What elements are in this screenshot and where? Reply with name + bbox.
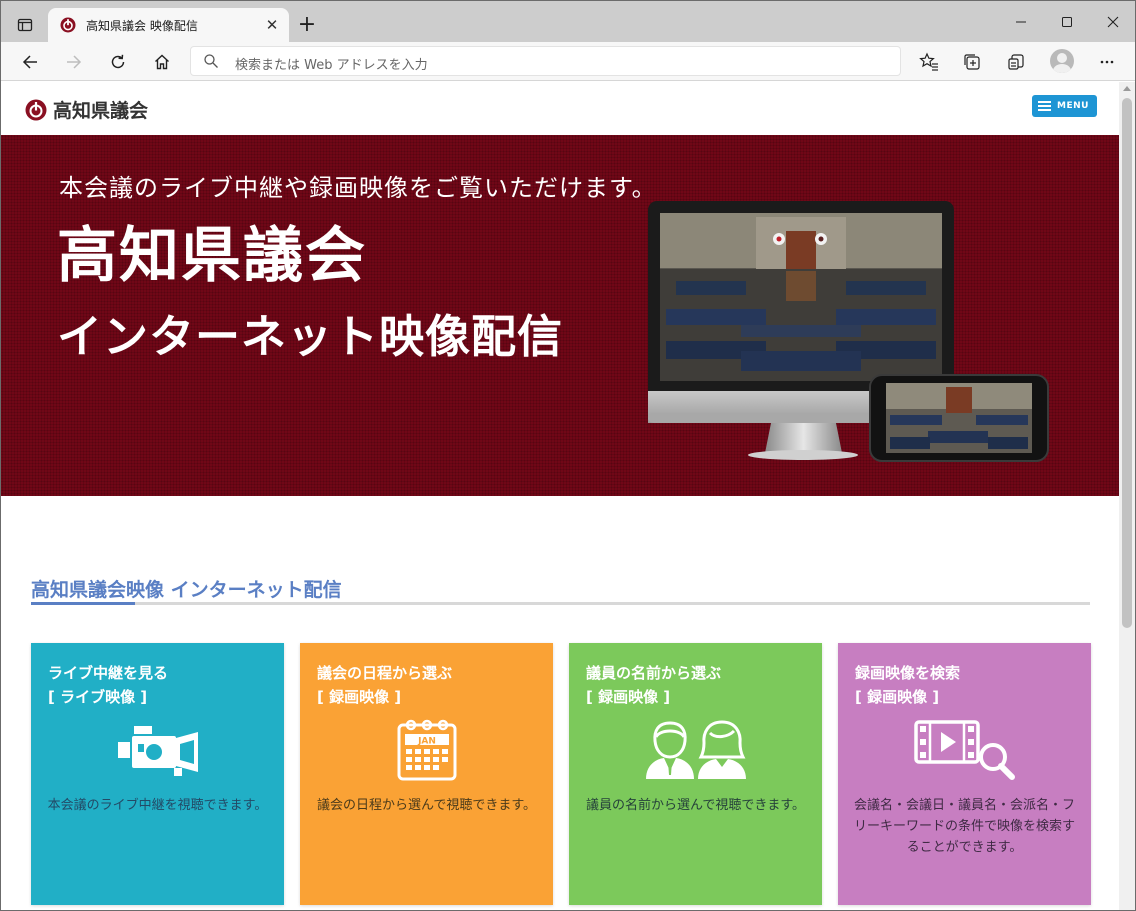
- card-title-block: 議員の名前から選ぶ [ 録画映像 ]: [586, 661, 721, 709]
- card-title: 議員の名前から選ぶ: [586, 664, 722, 682]
- card-description: 会議名・会議日・議員名・会派名・フリーキーワードの条件で映像を検索することができ…: [853, 798, 1075, 855]
- site-header: 高知県議会 MENU: [1, 82, 1119, 135]
- card-description: 議員の名前から選んで視聴できます。: [585, 798, 806, 813]
- scroll-thumb[interactable]: [1122, 98, 1132, 628]
- section-title-accent: [31, 602, 135, 605]
- page-viewport: 高知県議会 MENU 本会議のライブ中継や録画映像をご覧いただけます。 高知県議…: [1, 82, 1119, 910]
- tab-bar: 高知県議会 映像配信 ✕ +: [1, 1, 1135, 42]
- minimize-icon[interactable]: [1006, 9, 1036, 35]
- card-subtitle: [ 録画映像 ]: [855, 688, 940, 706]
- favorites-icon[interactable]: [916, 49, 942, 75]
- logo-text: 高知県議会: [53, 100, 149, 122]
- section-title: 高知県議会映像 インターネット配信: [31, 579, 342, 601]
- tab-actions-icon[interactable]: [11, 12, 39, 38]
- search-icon: [203, 53, 219, 73]
- card-title: 録画映像を検索: [855, 664, 961, 682]
- card-title: 議会の日程から選ぶ: [317, 664, 453, 682]
- maximize-icon[interactable]: [1052, 9, 1082, 35]
- calendar-icon: JAN: [300, 717, 553, 783]
- card-title-block: ライブ中継を見る [ ライブ映像 ]: [48, 661, 168, 709]
- card-member[interactable]: 議員の名前から選ぶ [ 録画映像 ] 議員の名前から選んで視聴できます。: [569, 643, 822, 905]
- section-header: 高知県議会映像 インターネット配信: [31, 575, 1090, 605]
- profile-sync-icon[interactable]: [1003, 49, 1029, 75]
- window-close-icon[interactable]: [1098, 9, 1128, 35]
- tab-close-icon[interactable]: ✕: [262, 15, 282, 35]
- back-arrow-icon[interactable]: [16, 48, 44, 76]
- hero-subtitle: 本会議のライブ中継や録画映像をご覧いただけます。: [59, 174, 657, 202]
- video-camera-icon: [31, 717, 284, 783]
- refresh-icon[interactable]: [104, 48, 132, 76]
- browser-window: 高知県議会 映像配信 ✕ + 検索または Web アドレスを入力 高知県議会 M…: [0, 0, 1136, 911]
- home-icon[interactable]: [148, 48, 176, 76]
- browser-toolbar: 検索または Web アドレスを入力: [1, 42, 1135, 81]
- user-avatar[interactable]: [1050, 49, 1074, 73]
- video-search-icon: [838, 717, 1091, 783]
- card-video-search[interactable]: 録画映像を検索 [ 録画映像 ] 会議名・会議日・議員名・会派名・フリーキーワー…: [838, 643, 1091, 905]
- card-title-block: 議会の日程から選ぶ [ 録画映像 ]: [317, 661, 452, 709]
- address-bar[interactable]: 検索または Web アドレスを入力: [190, 46, 901, 76]
- tab-title: 高知県議会 映像配信: [86, 19, 198, 33]
- site-favicon-icon: [60, 17, 76, 33]
- menu-button[interactable]: MENU: [1032, 95, 1097, 117]
- hero-title: 高知県議会: [57, 221, 367, 291]
- card-live-stream[interactable]: ライブ中継を見る [ ライブ映像 ] 本会議のライブ中継を視聴できます。: [31, 643, 284, 905]
- card-description: 議会の日程から選んで視聴できます。: [316, 798, 537, 813]
- browser-tab-active[interactable]: 高知県議会 映像配信 ✕: [48, 8, 289, 42]
- address-placeholder: 検索または Web アドレスを入力: [235, 58, 428, 73]
- scroll-up-icon[interactable]: [1123, 86, 1131, 91]
- people-icon: [569, 717, 822, 783]
- forward-arrow-icon[interactable]: [60, 48, 88, 76]
- new-tab-icon[interactable]: +: [295, 13, 319, 37]
- hamburger-icon: [1038, 101, 1051, 111]
- site-logo[interactable]: 高知県議会: [25, 96, 148, 123]
- calendar-label: JAN: [417, 737, 436, 747]
- more-options-icon[interactable]: [1094, 49, 1120, 75]
- menu-label: MENU: [1057, 101, 1089, 111]
- card-title-block: 録画映像を検索 [ 録画映像 ]: [855, 661, 960, 709]
- collections-icon[interactable]: [959, 49, 985, 75]
- page-scrollbar[interactable]: [1119, 82, 1135, 910]
- hero-title-secondary: インターネット映像配信: [57, 310, 564, 363]
- logo-mark-icon: [25, 99, 47, 120]
- card-schedule[interactable]: 議会の日程から選ぶ [ 録画映像 ] JAN 議会の日程から選んで視聴できます。: [300, 643, 553, 905]
- card-subtitle: [ 録画映像 ]: [317, 688, 402, 706]
- devices-illustration: [648, 201, 1049, 462]
- card-subtitle: [ 録画映像 ]: [586, 688, 671, 706]
- card-subtitle: [ ライブ映像 ]: [48, 688, 148, 706]
- card-title: ライブ中継を見る: [48, 664, 169, 682]
- card-description: 本会議のライブ中継を視聴できます。: [47, 798, 268, 813]
- hero-banner: 本会議のライブ中継や録画映像をご覧いただけます。 高知県議会 インターネット映像…: [1, 135, 1119, 496]
